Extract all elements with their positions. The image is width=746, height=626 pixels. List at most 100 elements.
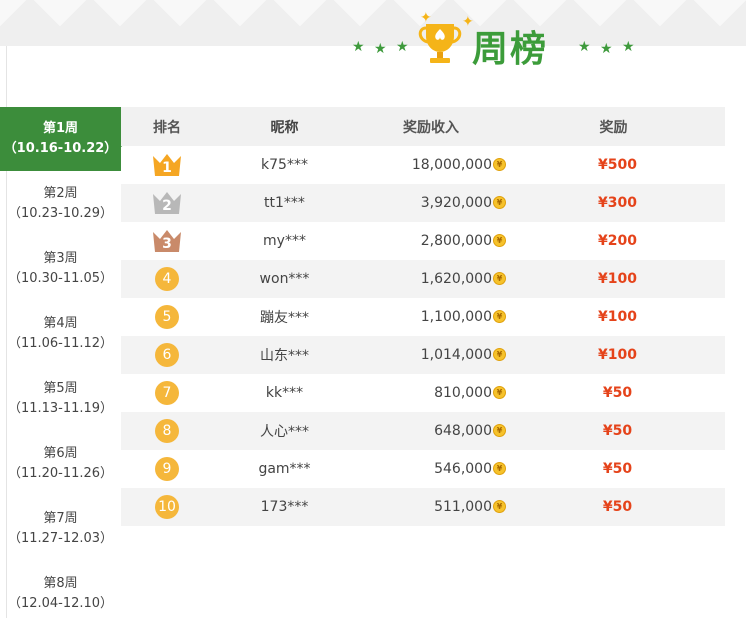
- page-title: 周榜: [472, 29, 549, 70]
- table-row: 5 蹦友*** 1,100,000 ¥ ¥100: [121, 298, 725, 336]
- income-value: 3,920,000: [420, 195, 492, 211]
- table-row: 10 173*** 511,000 ¥ ¥50: [121, 488, 725, 526]
- nickname: 173***: [260, 499, 309, 515]
- income: 18,000,000 ¥: [356, 157, 510, 173]
- income: 648,000 ¥: [356, 423, 510, 439]
- reward: ¥100: [598, 271, 637, 287]
- income-value: 810,000: [434, 385, 492, 401]
- rank-cell: 4: [121, 267, 213, 291]
- income: 546,000 ¥: [356, 461, 510, 477]
- header-income: 奖励收入: [403, 119, 459, 136]
- income: 511,000 ¥: [356, 499, 510, 515]
- income-value: 546,000: [434, 461, 492, 477]
- week-tab-2[interactable]: 第2周 （10.23-10.29）: [0, 171, 121, 236]
- reward: ¥50: [602, 499, 633, 515]
- week-label: 第3周: [43, 250, 78, 266]
- income-value: 511,000: [434, 499, 492, 515]
- week-label: 第8周: [43, 575, 78, 591]
- rank-cell: 9: [121, 457, 213, 481]
- table-row: 6 山东*** 1,014,000 ¥ ¥100: [121, 336, 725, 374]
- week-range: （11.20-11.26）: [7, 465, 114, 481]
- income: 3,920,000 ¥: [356, 195, 510, 211]
- rank-badge: 6: [155, 343, 179, 367]
- coin-icon: ¥: [493, 309, 506, 323]
- week-label: 第1周: [42, 121, 79, 136]
- week-range: （11.06-11.12）: [7, 335, 114, 351]
- rank-cell: 1: [121, 152, 213, 178]
- rank-cell: 3: [121, 228, 213, 254]
- coin-icon: ¥: [493, 233, 506, 247]
- reward: ¥50: [602, 461, 633, 477]
- coin-icon: ¥: [493, 499, 506, 513]
- reward: ¥100: [598, 309, 637, 325]
- income: 2,800,000 ¥: [356, 233, 510, 249]
- nickname: kk***: [265, 385, 304, 401]
- week-range: （10.16-10.22）: [3, 141, 118, 156]
- silver-crown-icon: 2: [151, 190, 183, 216]
- rank-badge: 4: [155, 267, 179, 291]
- star-icon: ★: [578, 39, 591, 55]
- nickname: tt1***: [264, 195, 305, 211]
- income-value: 1,100,000: [420, 309, 492, 325]
- table-row: 8 人心*** 648,000 ¥ ¥50: [121, 412, 725, 450]
- coin-icon: ¥: [493, 423, 506, 437]
- week-tab-3[interactable]: 第3周 （10.30-11.05）: [0, 236, 121, 301]
- coin-icon: ¥: [493, 271, 506, 285]
- table-row: 4 won*** 1,620,000 ¥ ¥100: [121, 260, 725, 298]
- rank-badge: 7: [155, 381, 179, 405]
- header-reward: 奖励: [599, 119, 628, 136]
- page-title-area: ★ ★ ★ ✦ ✦ 周榜 ★ ★ ★: [350, 10, 650, 72]
- star-icon: ★: [622, 39, 635, 55]
- reward: ¥100: [598, 347, 637, 363]
- rank-badge: 9: [155, 457, 179, 481]
- header-nickname: 昵称: [270, 119, 299, 136]
- week-tab-4[interactable]: 第4周 （11.06-11.12）: [0, 301, 121, 366]
- table-header: 排名 昵称 奖励收入 奖励: [121, 107, 725, 146]
- income: 1,620,000 ¥: [356, 271, 510, 287]
- rank-badge: 8: [155, 419, 179, 443]
- table-row: 1 k75*** 18,000,000 ¥ ¥500: [121, 146, 725, 184]
- week-sidebar: 第1周 （10.16-10.22） 第2周 （10.23-10.29） 第3周 …: [0, 107, 131, 626]
- rank-cell: 5: [121, 305, 213, 329]
- week-label: 第7周: [43, 510, 78, 526]
- rank-cell: 10: [121, 495, 213, 519]
- week-tab-7[interactable]: 第7周 （11.27-12.03）: [0, 496, 121, 561]
- income: 810,000 ¥: [356, 385, 510, 401]
- gold-crown-icon: 1: [151, 152, 183, 178]
- week-tab-8[interactable]: 第8周 （12.04-12.10）: [0, 561, 121, 626]
- table-row: 3 my*** 2,800,000 ¥ ¥200: [121, 222, 725, 260]
- leaderboard-table: 排名 昵称 奖励收入 奖励 1 k75*** 18,000,000 ¥ ¥500 …: [121, 107, 725, 526]
- reward: ¥50: [602, 423, 633, 439]
- income-value: 18,000,000: [411, 157, 492, 173]
- reward: ¥300: [598, 195, 637, 211]
- star-icon: ★: [352, 39, 365, 55]
- income-value: 1,014,000: [420, 347, 492, 363]
- star-icon: ★: [396, 39, 409, 55]
- reward: ¥500: [598, 157, 637, 173]
- income-value: 2,800,000: [420, 233, 492, 249]
- income: 1,100,000 ¥: [356, 309, 510, 325]
- table-row: 9 gam*** 546,000 ¥ ¥50: [121, 450, 725, 488]
- week-label: 第5周: [43, 380, 78, 396]
- week-range: （11.27-12.03）: [7, 530, 114, 546]
- coin-icon: ¥: [493, 461, 506, 475]
- income: 1,014,000 ¥: [356, 347, 510, 363]
- table-row: 7 kk*** 810,000 ¥ ¥50: [121, 374, 725, 412]
- week-label: 第4周: [43, 315, 78, 331]
- coin-icon: ¥: [493, 157, 506, 171]
- nickname: my***: [263, 233, 306, 249]
- star-icon: ★: [600, 41, 613, 57]
- table-row: 2 tt1*** 3,920,000 ¥ ¥300: [121, 184, 725, 222]
- week-range: （11.13-11.19）: [7, 400, 114, 416]
- coin-icon: ¥: [493, 347, 506, 361]
- rank-cell: 7: [121, 381, 213, 405]
- week-tab-1[interactable]: 第1周 （10.16-10.22）: [0, 107, 131, 171]
- star-icon: ★: [374, 41, 387, 57]
- rank-number: 1: [162, 160, 172, 176]
- week-range: （10.23-10.29）: [7, 205, 114, 221]
- rank-cell: 6: [121, 343, 213, 367]
- nickname: won***: [259, 271, 310, 287]
- week-tab-5[interactable]: 第5周 （11.13-11.19）: [0, 366, 121, 431]
- week-tab-6[interactable]: 第6周 （11.20-11.26）: [0, 431, 121, 496]
- bronze-crown-icon: 3: [151, 228, 183, 254]
